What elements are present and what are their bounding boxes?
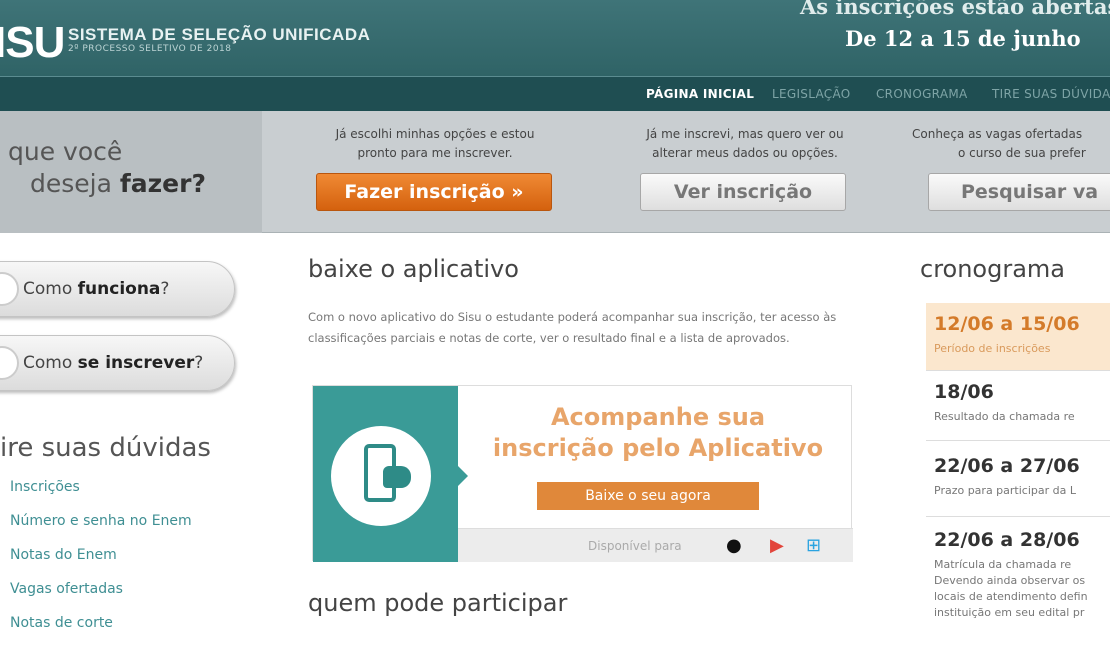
banner-headline: Acompanhe sua inscrição pelo Aplicativo: [473, 402, 843, 464]
cronograma-date: 18/06: [934, 381, 994, 403]
como-funciona-bold: funciona: [77, 279, 161, 299]
main-nav: PÁGINA INICIAL LEGISLAÇÃO CRONOGRAMA TIR…: [0, 76, 1110, 111]
inscricoes-banner-line1: As inscrições estão abertas: [800, 0, 1110, 19]
app-section-title: baixe o aplicativo: [308, 255, 519, 283]
site-header: ISU SISTEMA DE SELEÇÃO UNIFICADA 2º PROC…: [0, 0, 1110, 76]
como-se-inscrever-button[interactable]: Como se inscrever?: [0, 335, 235, 391]
actions-strip: que você deseja fazer? Já escolhi minhas…: [0, 111, 1110, 233]
ver-inscricao-button[interactable]: Ver inscrição: [640, 173, 846, 211]
sisu-logo[interactable]: ISU: [0, 18, 65, 68]
cronograma-date: 12/06 a 15/06: [934, 313, 1080, 335]
inscricoes-banner-line2: De 12 a 15 de junho: [845, 26, 1081, 51]
participar-section-title: quem pode participar: [308, 589, 568, 617]
cronograma-desc-line: Devendo ainda observar os: [934, 574, 1086, 587]
duvidas-title: ire suas dúvidas: [0, 433, 211, 463]
duvidas-link-vagas[interactable]: Vagas ofertadas: [10, 581, 192, 615]
ver-inscricao-hint: Já me inscrevi, mas quero ver ou alterar…: [610, 125, 880, 163]
cronograma-desc: Prazo para participar da L: [934, 484, 1076, 497]
cronograma-item: 18/06 Resultado da chamada re: [926, 371, 1110, 441]
nav-tire-suas-duvidas[interactable]: TIRE SUAS DÚVIDAS: [992, 87, 1110, 101]
nav-cronograma[interactable]: CRONOGRAMA: [876, 87, 968, 101]
como-funciona-text: Como: [23, 279, 78, 299]
cronograma-item: 12/06 a 15/06 Período de inscrições: [926, 303, 1110, 371]
windows-icon[interactable]: ⊞: [806, 536, 821, 556]
banner-notch: [458, 466, 468, 486]
duvidas-link-notas-corte[interactable]: Notas de corte: [10, 615, 192, 649]
banner-headline-line2: inscrição pelo Aplicativo: [492, 434, 824, 462]
duvidas-link-notas-enem[interactable]: Notas do Enem: [10, 547, 192, 581]
cronograma-item: 22/06 a 27/06 Prazo para participar da L: [926, 445, 1110, 517]
cronograma-desc-line: Matrícula da chamada re: [934, 558, 1072, 571]
question-line2: deseja fazer?: [30, 169, 206, 198]
como-funciona-button[interactable]: Como funciona?: [0, 261, 235, 317]
system-subtitle: 2º PROCESSO SELETIVO DE 2018: [68, 44, 232, 54]
cronograma-item: 22/06 a 28/06 Matrícula da chamada re De…: [926, 519, 1110, 650]
ver-inscricao-hint-line2: alterar meus dados ou opções.: [652, 146, 838, 160]
cronograma-column: cronograma 12/06 a 15/06 Período de insc…: [910, 233, 1110, 650]
como-funciona-label: Como funciona?: [23, 279, 169, 299]
como-se-inscrever-bold: se inscrever: [77, 353, 195, 373]
pesquisar-hint-line1: Conheça as vagas ofertadas: [912, 127, 1083, 141]
cronograma-date: 22/06 a 28/06: [934, 529, 1080, 551]
banner-footer: Disponível para ● ▶ ⊞: [458, 528, 853, 562]
como-se-inscrever-text: Como: [23, 353, 78, 373]
phone-circle: [331, 426, 431, 526]
duvidas-link-numero-senha[interactable]: Número e senha no Enem: [10, 513, 192, 547]
baixe-agora-button[interactable]: Baixe o seu agora: [537, 482, 759, 510]
banner-teal-panel: [313, 386, 458, 562]
como-se-inscrever-mark: ?: [194, 353, 204, 373]
circle-icon: [0, 272, 19, 306]
cronograma-title: cronograma: [920, 255, 1066, 283]
disponivel-label: Disponível para: [588, 539, 682, 553]
inscrever-hint-line2: pronto para me inscrever.: [357, 146, 513, 160]
duvidas-list: Inscrições Número e senha no Enem Notas …: [10, 479, 192, 649]
hand-pointer-icon: [383, 466, 411, 488]
cronograma-desc-line: instituição em seu edital pr: [934, 606, 1085, 619]
system-title: SISTEMA DE SELEÇÃO UNIFICADA: [68, 25, 371, 44]
left-column: Como funciona? Como se inscrever? ire su…: [0, 233, 262, 650]
apple-icon[interactable]: ●: [726, 536, 742, 556]
google-play-icon[interactable]: ▶: [770, 536, 784, 556]
nav-legislacao[interactable]: LEGISLAÇÃO: [772, 87, 851, 101]
nav-pagina-inicial[interactable]: PÁGINA INICIAL: [646, 87, 754, 101]
question-box: que você deseja fazer?: [0, 111, 262, 233]
cronograma-desc-line: locais de atendimento defin: [934, 590, 1088, 603]
inscrever-hint: Já escolhi minhas opções e estou pronto …: [300, 125, 570, 163]
cronograma-desc: Matrícula da chamada re Devendo ainda ob…: [934, 557, 1088, 621]
pesquisar-hint: Conheça as vagas ofertadas o curso de su…: [912, 125, 1110, 163]
cronograma-desc: Período de inscrições: [934, 342, 1051, 355]
pesquisar-hint-line2: o curso de sua prefer: [958, 146, 1086, 160]
inscrever-hint-line1: Já escolhi minhas opções e estou: [335, 127, 535, 141]
circle-icon: [0, 346, 19, 380]
cronograma-date: 22/06 a 27/06: [934, 455, 1080, 477]
ver-inscricao-hint-line1: Já me inscrevi, mas quero ver ou: [646, 127, 844, 141]
duvidas-link-inscricoes[interactable]: Inscrições: [10, 479, 192, 513]
como-se-inscrever-label: Como se inscrever?: [23, 353, 203, 373]
app-banner[interactable]: Acompanhe sua inscrição pelo Aplicativo …: [312, 385, 853, 562]
question-line2-text: deseja: [30, 169, 120, 198]
fazer-inscricao-button[interactable]: Fazer inscrição »: [316, 173, 552, 211]
banner-headline-line1: Acompanhe sua: [550, 403, 766, 431]
pesquisar-vagas-button[interactable]: Pesquisar va: [928, 173, 1110, 211]
cronograma-desc: Resultado da chamada re: [934, 410, 1075, 423]
como-funciona-mark: ?: [160, 279, 170, 299]
app-description: Com o novo aplicativo do Sisu o estudant…: [308, 310, 837, 345]
question-line2-bold: fazer?: [119, 169, 206, 198]
question-line1: que você: [8, 137, 123, 166]
main-column: baixe o aplicativo Com o novo aplicativo…: [300, 233, 870, 650]
